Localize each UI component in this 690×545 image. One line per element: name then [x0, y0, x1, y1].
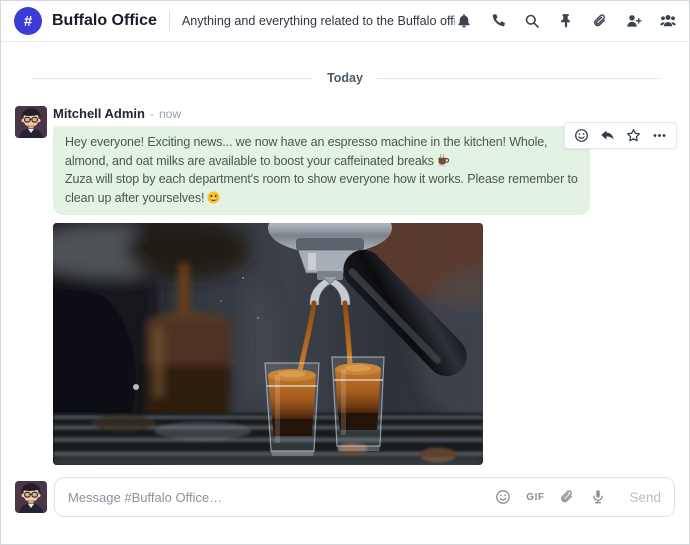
channel-header: # Buffalo Office Anything and everything… [1, 1, 689, 42]
channel-description[interactable]: Anything and everything related to the B… [182, 14, 455, 28]
attach-file-icon[interactable] [559, 489, 575, 505]
paperclip-icon[interactable] [591, 13, 608, 30]
microphone-icon[interactable] [590, 489, 606, 505]
add-reaction-icon[interactable] [574, 128, 589, 143]
hash-symbol: # [23, 12, 33, 30]
author-avatar[interactable] [15, 106, 47, 138]
header-divider [168, 11, 170, 31]
reply-icon[interactable] [600, 128, 615, 143]
composer-box: GIF Send [54, 477, 675, 517]
message-input[interactable] [68, 489, 486, 505]
composer-actions: GIF Send [495, 489, 661, 505]
date-divider-label: Today [327, 71, 363, 85]
pin-icon[interactable] [557, 13, 574, 30]
ellipsis-icon[interactable] [652, 128, 667, 143]
message-actions-toolbar [564, 122, 677, 149]
message-text-1: Hey everyone! Exciting news... we now ha… [65, 135, 548, 168]
hot-beverage-emoji [437, 153, 450, 167]
message-text-2: Zuza will stop by each department's room… [65, 172, 578, 205]
emoji-icon[interactable] [495, 489, 511, 505]
message-bubble: Hey everyone! Exciting news... we now ha… [53, 126, 590, 215]
send-button[interactable]: Send [629, 490, 661, 505]
current-user-avatar[interactable] [15, 481, 47, 513]
message-list: Today Mitchell Admin - now Hey everyone!… [1, 42, 689, 477]
author-name[interactable]: Mitchell Admin [53, 106, 145, 121]
discuss-window: # Buffalo Office Anything and everything… [0, 0, 690, 545]
phone-icon[interactable] [489, 13, 506, 30]
message-composer: GIF Send [15, 477, 675, 517]
message-timestamp: now [158, 107, 181, 121]
message-content: Mitchell Admin - now Hey everyone! Excit… [53, 106, 590, 465]
channel-title: Buffalo Office [52, 12, 157, 29]
message-header: Mitchell Admin - now [53, 106, 590, 122]
channel-hash-badge: # [14, 7, 42, 35]
header-actions [455, 13, 676, 30]
grinning-face-emoji [207, 191, 220, 204]
message-image-attachment[interactable] [53, 223, 483, 465]
members-icon[interactable] [659, 13, 676, 30]
date-divider: Today [31, 71, 660, 85]
divider-line-right [376, 77, 660, 79]
timestamp-separator: - [149, 107, 154, 121]
divider-line-left [31, 77, 314, 79]
bell-icon[interactable] [455, 13, 472, 30]
star-icon[interactable] [626, 128, 641, 143]
search-icon[interactable] [523, 13, 540, 30]
add-user-icon[interactable] [625, 13, 642, 30]
message: Mitchell Admin - now Hey everyone! Excit… [1, 106, 689, 465]
gif-button[interactable]: GIF [526, 492, 544, 503]
